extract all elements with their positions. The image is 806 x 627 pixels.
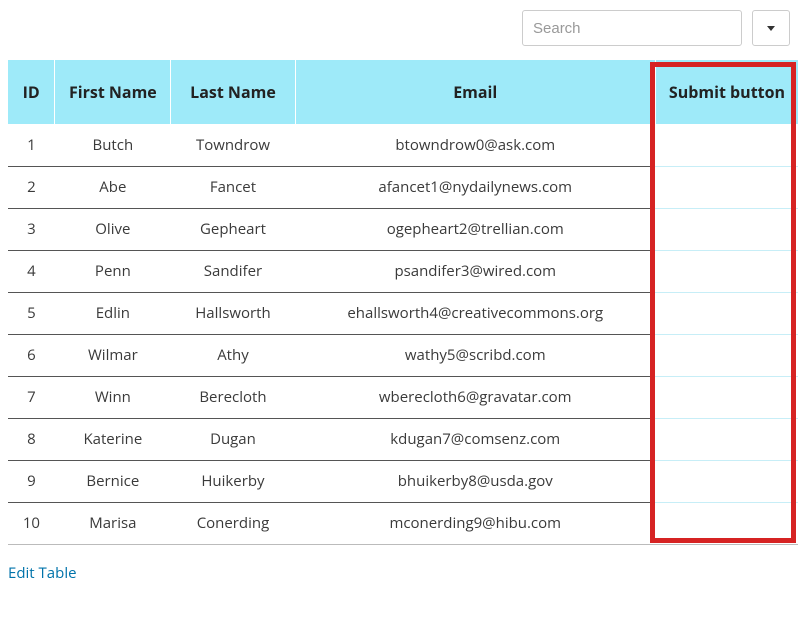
cell-first_name: Edlin	[55, 292, 171, 334]
table-row: 2AbeFancetafancet1@nydailynews.com	[8, 166, 798, 208]
cell-submit	[655, 292, 798, 334]
table-row: 4PennSandiferpsandifer3@wired.com	[8, 250, 798, 292]
cell-last_name: Fancet	[171, 166, 295, 208]
table-row: 3OliveGepheartogepheart2@trellian.com	[8, 208, 798, 250]
table-row: 7WinnBereclothwberecloth6@gravatar.com	[8, 376, 798, 418]
cell-last_name: Athy	[171, 334, 295, 376]
caret-down-icon	[767, 26, 775, 31]
col-header-first-name[interactable]: First Name	[55, 60, 171, 124]
col-header-id[interactable]: ID	[8, 60, 55, 124]
cell-first_name: Wilmar	[55, 334, 171, 376]
table-row: 1ButchTowndrowbtowndrow0@ask.com	[8, 124, 798, 166]
table-row: 6WilmarAthywathy5@scribd.com	[8, 334, 798, 376]
table-header-row: ID First Name Last Name Email Submit but…	[8, 60, 798, 124]
cell-last_name: Sandifer	[171, 250, 295, 292]
cell-submit	[655, 460, 798, 502]
cell-first_name: Abe	[55, 166, 171, 208]
cell-first_name: Bernice	[55, 460, 171, 502]
cell-last_name: Hallsworth	[171, 292, 295, 334]
cell-first_name: Marisa	[55, 502, 171, 544]
table-options-dropdown[interactable]	[752, 10, 790, 46]
data-table-wrapper: ID First Name Last Name Email Submit but…	[8, 60, 798, 545]
cell-first_name: Olive	[55, 208, 171, 250]
search-input[interactable]	[522, 10, 742, 46]
cell-submit	[655, 166, 798, 208]
cell-id: 10	[8, 502, 55, 544]
col-header-submit[interactable]: Submit button	[655, 60, 798, 124]
cell-first_name: Penn	[55, 250, 171, 292]
cell-email: kdugan7@comsenz.com	[295, 418, 655, 460]
cell-submit	[655, 208, 798, 250]
cell-id: 5	[8, 292, 55, 334]
cell-last_name: Gepheart	[171, 208, 295, 250]
cell-submit	[655, 376, 798, 418]
cell-email: btowndrow0@ask.com	[295, 124, 655, 166]
cell-id: 6	[8, 334, 55, 376]
cell-email: ogepheart2@trellian.com	[295, 208, 655, 250]
table-row: 8KaterineDugankdugan7@comsenz.com	[8, 418, 798, 460]
table-row: 10MarisaConerdingmconerding9@hibu.com	[8, 502, 798, 544]
edit-table-link[interactable]: Edit Table	[8, 563, 77, 583]
cell-submit	[655, 334, 798, 376]
cell-email: ehallsworth4@creativecommons.org	[295, 292, 655, 334]
cell-email: psandifer3@wired.com	[295, 250, 655, 292]
cell-id: 8	[8, 418, 55, 460]
cell-last_name: Dugan	[171, 418, 295, 460]
cell-submit	[655, 250, 798, 292]
cell-id: 2	[8, 166, 55, 208]
cell-submit	[655, 502, 798, 544]
cell-last_name: Berecloth	[171, 376, 295, 418]
cell-id: 1	[8, 124, 55, 166]
col-header-email[interactable]: Email	[295, 60, 655, 124]
cell-first_name: Butch	[55, 124, 171, 166]
table-toolbar	[8, 10, 798, 46]
cell-id: 7	[8, 376, 55, 418]
cell-id: 9	[8, 460, 55, 502]
cell-email: afancet1@nydailynews.com	[295, 166, 655, 208]
table-row: 5EdlinHallsworthehallsworth4@creativecom…	[8, 292, 798, 334]
data-table: ID First Name Last Name Email Submit but…	[8, 60, 798, 545]
cell-submit	[655, 124, 798, 166]
table-row: 9BerniceHuikerbybhuikerby8@usda.gov	[8, 460, 798, 502]
cell-first_name: Winn	[55, 376, 171, 418]
cell-last_name: Towndrow	[171, 124, 295, 166]
cell-id: 4	[8, 250, 55, 292]
col-header-last-name[interactable]: Last Name	[171, 60, 295, 124]
cell-submit	[655, 418, 798, 460]
cell-email: wberecloth6@gravatar.com	[295, 376, 655, 418]
cell-last_name: Huikerby	[171, 460, 295, 502]
cell-last_name: Conerding	[171, 502, 295, 544]
cell-email: bhuikerby8@usda.gov	[295, 460, 655, 502]
cell-first_name: Katerine	[55, 418, 171, 460]
cell-email: wathy5@scribd.com	[295, 334, 655, 376]
cell-email: mconerding9@hibu.com	[295, 502, 655, 544]
cell-id: 3	[8, 208, 55, 250]
